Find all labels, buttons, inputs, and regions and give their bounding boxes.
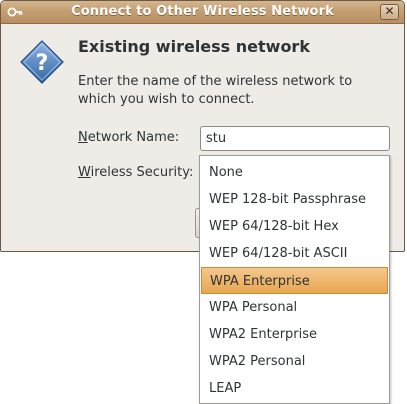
network-name-mnemonic: N [78,130,88,145]
svg-text:?: ? [36,51,49,76]
close-button[interactable]: ✕ [380,4,399,20]
network-name-label: Network Name: [78,130,179,145]
security-option-none[interactable]: None [201,159,388,186]
network-name-input[interactable] [200,126,390,151]
dialog-heading: Existing wireless network [78,37,310,56]
network-name-label-text: etwork Name: [87,130,180,145]
dialog-description: Enter the name of the wireless network t… [78,74,353,107]
security-option-wep-ascii[interactable]: WEP 64/128-bit ASCII [201,240,388,267]
question-icon: ? [20,40,64,84]
security-option-wpa2-personal[interactable]: WPA2 Personal [201,348,388,375]
security-option-wep-hex[interactable]: WEP 64/128-bit Hex [201,213,388,240]
title-bar[interactable]: Connect to Other Wireless Network ✕ [1,1,404,24]
security-option-wpa-personal[interactable]: WPA Personal [201,294,388,321]
close-icon: ✕ [384,4,395,18]
security-option-wpa2-enterprise[interactable]: WPA2 Enterprise [201,321,388,348]
wireless-security-mnemonic: W [78,165,91,180]
wireless-security-label: Wireless Security: [78,165,193,180]
security-option-wpa-enterprise[interactable]: WPA Enterprise [201,267,388,294]
security-option-leap[interactable]: LEAP [201,375,388,402]
window-title: Connect to Other Wireless Network [71,4,334,19]
wireless-security-label-text: ireless Security: [90,165,194,180]
security-option-wep-128-passphrase[interactable]: WEP 128-bit Passphrase [201,186,388,213]
wireless-security-dropdown[interactable]: None WEP 128-bit Passphrase WEP 64/128-b… [199,155,390,404]
